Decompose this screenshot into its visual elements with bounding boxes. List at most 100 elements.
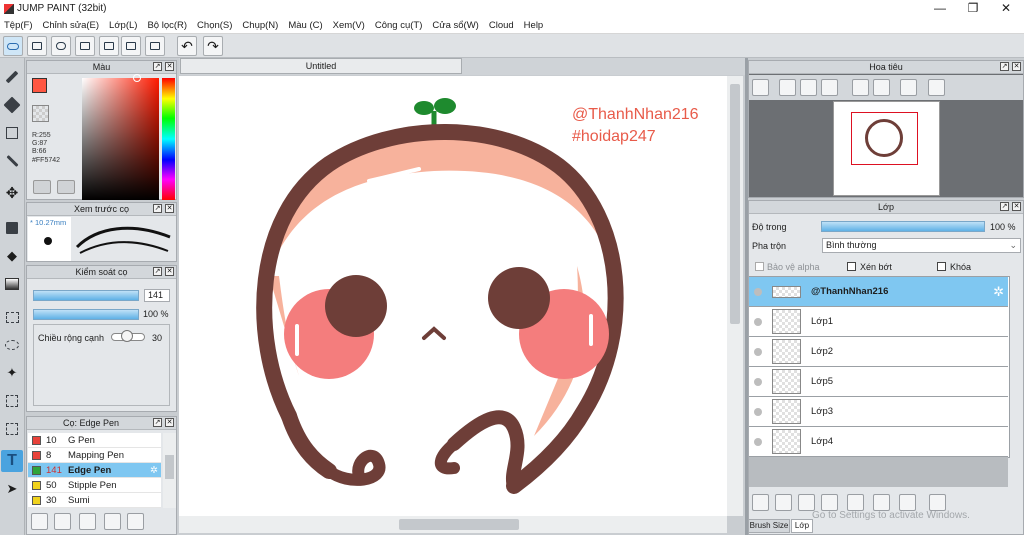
brush-size-value[interactable]: 141 [144,289,170,302]
navigator-thumbnail[interactable] [833,101,940,196]
menu-cloud[interactable]: Cloud [485,20,520,31]
new-brush-button[interactable] [54,513,71,530]
brush-settings-button[interactable] [104,513,121,530]
zoom-button[interactable] [752,79,769,96]
close-button[interactable]: ✕ [990,0,1022,17]
folder-button[interactable] [847,494,864,511]
visibility-icon[interactable] [754,437,762,446]
add-layer-menu-button[interactable] [821,494,838,511]
new-8bit-layer-button[interactable] [775,494,792,511]
close-icon[interactable]: ✕ [1012,62,1021,71]
rotate-right-button[interactable] [873,79,890,96]
close-icon[interactable]: ✕ [165,418,174,427]
window-button[interactable] [928,79,945,96]
visibility-icon[interactable] [754,317,762,326]
main-color-swatch[interactable] [32,78,47,93]
gradient-tool[interactable] [1,273,23,295]
delete-layer-button[interactable] [929,494,946,511]
magic-wand-tool[interactable]: ✦ [1,362,23,384]
transparent-swatch[interactable] [32,105,49,122]
brush-item[interactable]: 10 G Pen [28,433,161,448]
layer-row[interactable]: Lớp4 [749,427,1008,457]
scroll-thumb[interactable] [730,84,740,324]
restore-button[interactable]: ❐ [957,0,989,17]
protect-alpha-checkbox[interactable] [755,262,764,271]
new-1bit-layer-button[interactable] [798,494,815,511]
cloud-brush-button[interactable] [31,513,48,530]
edge-width-handle[interactable] [121,330,133,342]
minimize-button[interactable]: — [924,0,956,17]
layer-row[interactable]: Lớp5 [749,367,1008,397]
saturation-value-field[interactable] [82,78,159,200]
clipping-checkbox[interactable] [847,262,856,271]
menu-tools[interactable]: Công cụ(T) [371,20,429,31]
undo-button[interactable]: ↶ [177,36,197,56]
list-button[interactable] [121,36,141,56]
menu-layer[interactable]: Lớp(L) [105,20,143,31]
cloud-button[interactable] [3,36,23,56]
bucket-tool[interactable]: ◆ [1,245,23,267]
checklist-button[interactable] [145,36,165,56]
layer-opacity-slider[interactable] [821,221,985,232]
tab-layer[interactable]: Lớp [791,519,813,533]
brush-list-scrollbar[interactable] [163,433,176,508]
float-icon[interactable]: ↗ [153,418,162,427]
zoom-in-button[interactable] [779,79,796,96]
brush-tool[interactable] [1,66,23,88]
drawing-canvas[interactable]: @ThanhNhan216 #hoidap247 [179,76,727,516]
hue-slider[interactable] [162,78,175,200]
menu-color[interactable]: Màu (C) [284,20,328,31]
float-icon[interactable]: ↗ [153,267,162,276]
gear-icon[interactable]: ✲ [993,284,1004,300]
brush-item[interactable]: 30 Sumi [28,493,161,508]
menu-help[interactable]: Help [520,20,550,31]
blend-mode-select[interactable]: Bình thường ⌄ [822,238,1021,253]
viewport-frame[interactable] [851,112,918,165]
menu-view[interactable]: Xem(V) [329,20,371,31]
brush-size-slider[interactable] [33,290,139,301]
menu-edit[interactable]: Chỉnh sửa(E) [39,20,106,31]
brush-folder-button[interactable] [127,513,144,530]
color-picker-handle[interactable] [133,74,141,82]
brush-opacity-slider[interactable] [33,309,139,320]
float-icon[interactable]: ↗ [1000,62,1009,71]
lock-checkbox[interactable] [937,262,946,271]
document-tab[interactable]: Untitled [180,58,462,74]
pages-button[interactable] [99,36,119,56]
close-icon[interactable]: ✕ [165,62,174,71]
fit-button[interactable] [800,79,817,96]
brush-item[interactable]: 50 Stipple Pen [28,478,161,493]
layer-row-selected[interactable]: @ThanhNhan216 ✲ [749,277,1008,307]
text-tool[interactable]: T [1,450,23,472]
close-icon[interactable]: ✕ [165,204,174,213]
select-pen-tool[interactable] [1,390,23,412]
gear-icon[interactable]: ✲ [150,465,158,476]
brush-item-selected[interactable]: 141 Edge Pen ✲ [28,463,161,478]
visibility-icon[interactable] [754,287,762,296]
redo-button[interactable]: ↷ [203,36,223,56]
color-mode-button[interactable] [33,180,51,194]
layer-row[interactable]: Lớp1 [749,307,1008,337]
pen-tool[interactable] [1,150,23,172]
move-tool[interactable]: ✥ [1,182,23,204]
canvas-vertical-scrollbar[interactable] [727,76,743,516]
marquee-tool[interactable] [1,306,23,328]
menu-filter[interactable]: Bộ lọc(R) [143,20,193,31]
color-palette-button[interactable] [57,180,75,194]
zoom-out-button[interactable] [821,79,838,96]
menu-select[interactable]: Chọn(S) [193,20,238,31]
layer-row[interactable]: Lớp3 [749,397,1008,427]
visibility-icon[interactable] [754,407,762,416]
scroll-thumb[interactable] [165,455,174,479]
visibility-icon[interactable] [754,347,762,356]
select-rect-tool[interactable] [1,122,23,144]
select-eraser-tool[interactable] [1,418,23,440]
canvas-horizontal-scrollbar[interactable] [179,516,727,533]
close-icon[interactable]: ✕ [165,267,174,276]
visibility-icon[interactable] [754,377,762,386]
merge-layer-button[interactable] [899,494,916,511]
share-button[interactable] [27,36,47,56]
menu-capture[interactable]: Chụp(N) [238,20,284,31]
operation-tool[interactable]: ➤ [1,478,23,500]
menu-file[interactable]: Tệp(F) [0,20,39,31]
